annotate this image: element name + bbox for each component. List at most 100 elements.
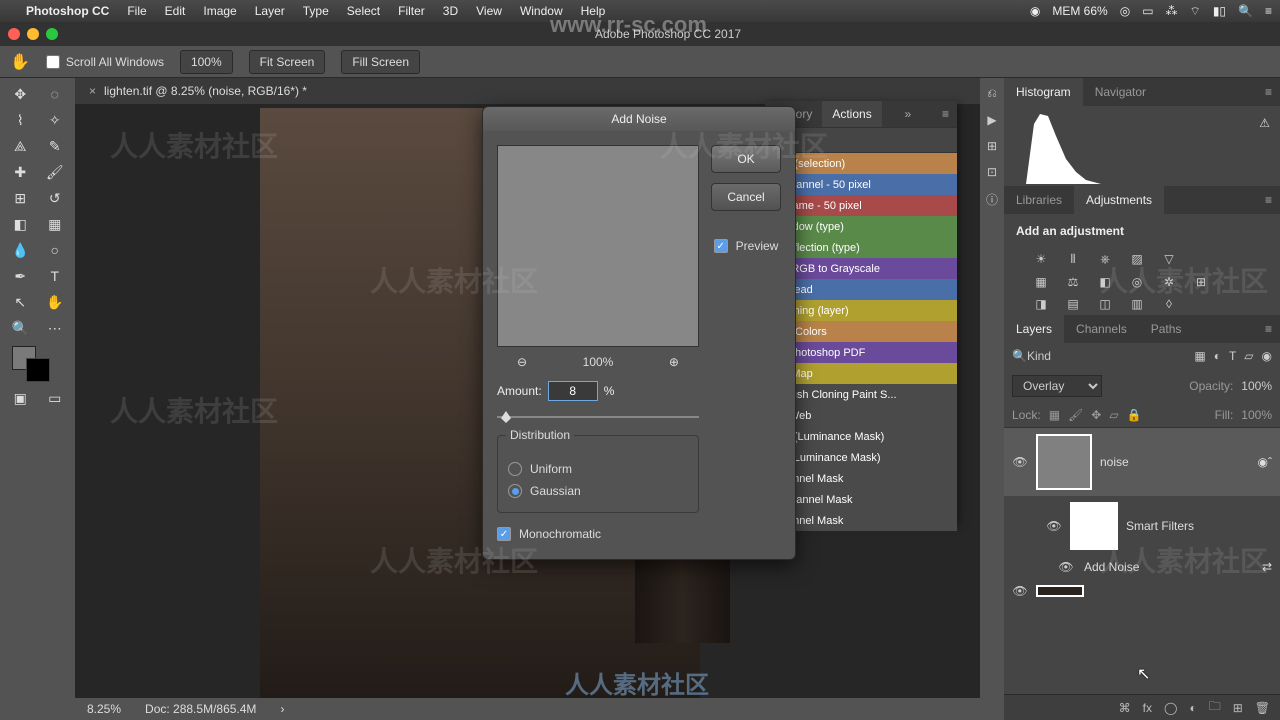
zoom-value[interactable]: 100% [180,50,233,74]
stamp-tool-icon[interactable]: ⊞ [4,186,37,210]
exposure-icon[interactable]: ▨ [1128,252,1146,267]
play-icon[interactable]: ▶ [987,113,996,127]
bw-icon[interactable]: ◧ [1096,275,1114,289]
menu-select[interactable]: Select [347,4,380,18]
mixer-icon[interactable]: ✲ [1160,275,1178,289]
tab-layers[interactable]: Layers [1004,315,1064,343]
path-tool-icon[interactable]: ↖ [4,290,37,314]
wand-tool-icon[interactable]: ✧ [39,108,72,132]
spotlight-icon[interactable]: 🔍 [1238,4,1253,18]
menu-view[interactable]: View [476,4,502,18]
preview-checkbox[interactable]: ✓Preview [714,235,779,257]
filter-shape-icon[interactable]: ▱ [1244,349,1253,363]
filter-pixel-icon[interactable]: ▦ [1194,349,1205,363]
layer-thumbnail[interactable] [1036,434,1092,490]
layer-noise[interactable]: 👁 noise ◉ˆ [1004,428,1280,496]
filter-type-icon[interactable]: T [1229,349,1236,363]
quickmask-icon[interactable]: ▣ [4,386,37,410]
panel-menu-icon[interactable]: ≡ [1257,322,1280,336]
lock-trans-icon[interactable]: ▦ [1049,408,1060,422]
tab-channels[interactable]: Channels [1064,315,1139,343]
panel-menu-icon[interactable]: ≡ [1257,193,1280,207]
menu-edit[interactable]: Edit [165,4,186,18]
app-name[interactable]: Photoshop CC [26,4,109,18]
lock-artboard-icon[interactable]: ▱ [1109,408,1118,422]
tab-paths[interactable]: Paths [1139,315,1194,343]
levels-icon[interactable]: ⫴ [1064,252,1082,267]
zoom-out-icon[interactable]: ⊖ [517,355,527,369]
close-button[interactable] [8,28,20,40]
wifi-icon[interactable]: ⌔ [1190,4,1201,19]
amount-input[interactable] [548,381,598,401]
filter-kind[interactable]: 🔍Kind [1012,349,1051,363]
visibility-icon[interactable]: 👁 [1046,519,1062,533]
menu-filter[interactable]: Filter [398,4,425,18]
tab-adjustments[interactable]: Adjustments [1074,186,1164,214]
minimize-button[interactable] [27,28,39,40]
zoom-tool-icon[interactable]: 🔍 [4,316,37,340]
ellipsis-icon[interactable]: ⋯ [39,316,72,340]
photo-filter-icon[interactable]: ◎ [1128,275,1146,289]
healing-tool-icon[interactable]: ✚ [4,160,37,184]
eyedropper-tool-icon[interactable]: ✎ [39,134,72,158]
bluetooth-icon[interactable]: ⁂ [1166,4,1178,18]
crop-tool-icon[interactable]: ⟁ [4,134,37,158]
panel-menu-icon[interactable]: ≡ [1257,85,1280,99]
history-brush-icon[interactable]: ↺ [39,186,72,210]
smart-filters-row[interactable]: 👁 Smart Filters [1004,496,1280,556]
zoom-button[interactable] [46,28,58,40]
adjustment-icon[interactable]: ◐ [1189,701,1196,715]
display-icon[interactable]: ▭ [1142,4,1153,18]
color-swatches[interactable] [4,342,71,384]
strip-icon[interactable]: ⊡ [987,165,997,179]
uniform-radio[interactable]: Uniform [508,458,688,480]
ok-button[interactable]: OK [711,145,781,173]
lock-pos-icon[interactable]: ✥ [1091,408,1101,422]
group-icon[interactable]: 🗀 [1209,697,1221,718]
hue-icon[interactable]: ▦ [1032,275,1050,289]
gradient-map-icon[interactable]: ▥ [1128,297,1146,311]
noise-preview[interactable] [497,145,699,347]
vibrance-icon[interactable]: ▽ [1160,252,1178,267]
blur-tool-icon[interactable]: 💧 [4,238,37,262]
delete-icon[interactable]: 🗑 [1255,701,1270,715]
menu-image[interactable]: Image [203,4,236,18]
info-icon[interactable]: ⓘ [986,191,998,208]
opacity-value[interactable]: 100% [1241,379,1272,393]
link-icon[interactable]: ⌘ [1119,701,1131,715]
move-tool-icon[interactable]: ✥ [4,82,37,106]
filter-adj-icon[interactable]: ◐ [1214,349,1221,363]
menu-icon[interactable]: ≡ [1265,4,1272,18]
menu-window[interactable]: Window [520,4,563,18]
tab-libraries[interactable]: Libraries [1004,186,1074,214]
layer-thumbnail[interactable] [1036,585,1084,597]
close-tab-icon[interactable]: × [89,84,96,98]
cancel-button[interactable]: Cancel [711,183,781,211]
posterize-icon[interactable]: ▤ [1064,297,1082,311]
mask-icon[interactable]: ◯ [1164,701,1177,715]
screenmode-icon[interactable]: ▭ [39,386,72,410]
visibility-icon[interactable]: 👁 [1012,455,1028,469]
filter-mask-thumbnail[interactable] [1070,502,1118,550]
fit-screen-button[interactable]: Fit Screen [249,50,326,74]
lasso-tool-icon[interactable]: ⌇ [4,108,37,132]
fill-value[interactable]: 100% [1241,408,1272,422]
strip-icon[interactable]: ⊞ [987,139,997,153]
layer-background[interactable]: 👁 [1004,578,1280,604]
curves-icon[interactable]: ⎈ [1096,252,1114,267]
threshold-icon[interactable]: ◫ [1096,297,1114,311]
gaussian-radio[interactable]: Gaussian [508,480,688,502]
status-arrow-icon[interactable]: › [280,702,284,716]
visibility-icon[interactable]: 👁 [1012,584,1028,598]
fill-screen-button[interactable]: Fill Screen [341,50,420,74]
gradient-tool-icon[interactable]: ▦ [39,212,72,236]
tab-actions[interactable]: Actions [822,101,881,127]
visibility-icon[interactable]: 👁 [1058,560,1074,574]
type-tool-icon[interactable]: T [39,264,72,288]
menu-file[interactable]: File [127,4,146,18]
menu-type[interactable]: Type [303,4,329,18]
tab-navigator[interactable]: Navigator [1083,78,1158,106]
pen-tool-icon[interactable]: ✒ [4,264,37,288]
filter-blend-icon[interactable]: ⇄ [1262,560,1272,574]
scroll-all-checkbox[interactable]: Scroll All Windows [46,55,164,69]
